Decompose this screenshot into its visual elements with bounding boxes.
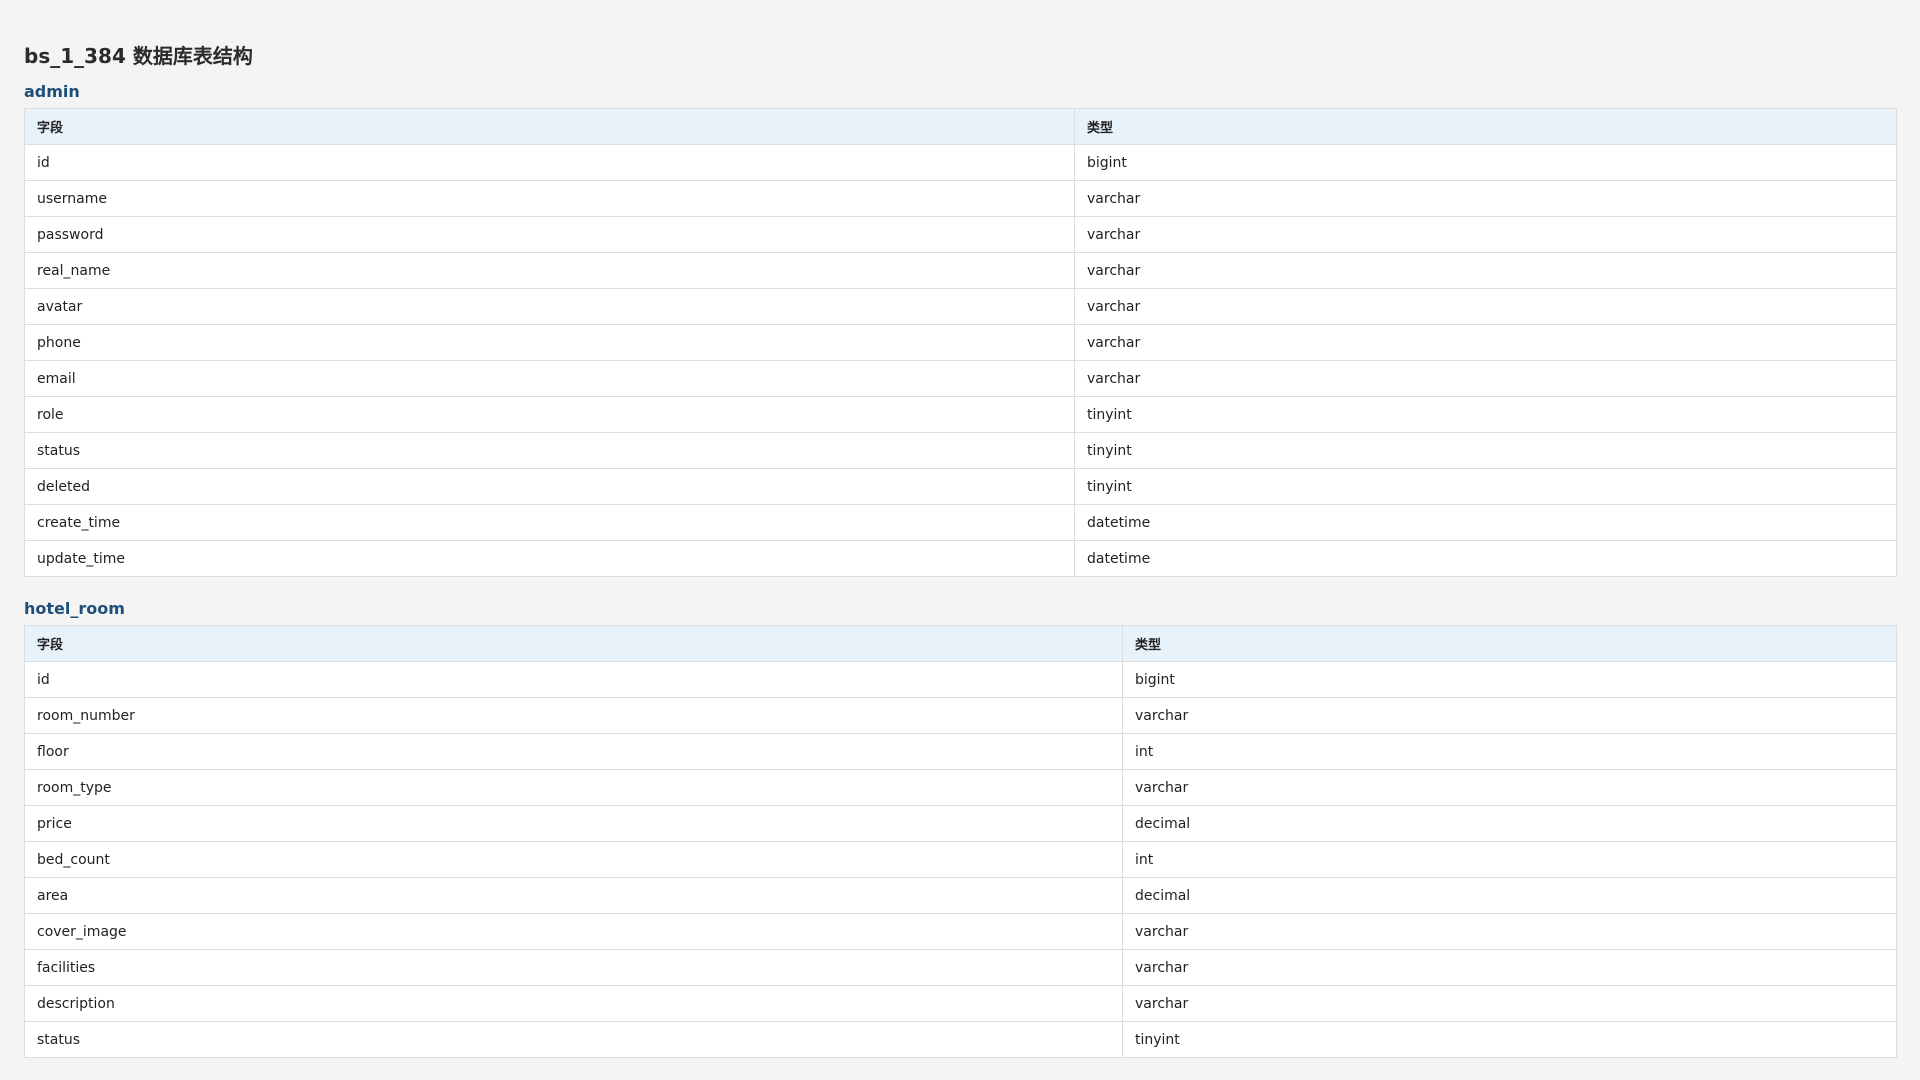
field-type-cell: varchar [1074,252,1897,289]
table-row: status tinyint [24,1021,1897,1058]
field-name-cell: password [24,216,1075,253]
table-row: status tinyint [24,432,1897,469]
field-type-cell: decimal [1122,877,1897,914]
table-row: update_time datetime [24,540,1897,577]
schema-page: bs_1_384 数据库表结构 admin 字段 类型 id bigint user… [24,0,1897,1058]
table-row: id bigint [24,144,1897,181]
table-row: description varchar [24,985,1897,1022]
field-name-cell: id [24,661,1123,698]
table-row: id bigint [24,661,1897,698]
field-type-cell: tinyint [1122,1021,1897,1058]
field-name-cell: status [24,1021,1123,1058]
table-row: phone varchar [24,324,1897,361]
table-row: floor int [24,733,1897,770]
schema-table-hotel-room: 字段 类型 id bigint room_number varchar floor int… [24,625,1897,1058]
table-body-hotel-room: id bigint room_number varchar floor int room_t… [24,661,1897,1058]
field-type-cell: varchar [1074,324,1897,361]
field-name-cell: deleted [24,468,1075,505]
field-name-cell: phone [24,324,1075,361]
field-name-cell: update_time [24,540,1075,577]
table-row: role tinyint [24,396,1897,433]
table-row: room_number varchar [24,697,1897,734]
table-row: password varchar [24,216,1897,253]
field-name-cell: room_number [24,697,1123,734]
table-row: deleted tinyint [24,468,1897,505]
field-name-cell: avatar [24,288,1075,325]
table-row: email varchar [24,360,1897,397]
field-type-cell: varchar [1074,360,1897,397]
column-header-type: 类型 [1074,108,1897,145]
field-type-cell: int [1122,841,1897,878]
field-type-cell: decimal [1122,805,1897,842]
field-name-cell: status [24,432,1075,469]
field-name-cell: id [24,144,1075,181]
column-header-field: 字段 [24,625,1123,662]
table-row: avatar varchar [24,288,1897,325]
table-title-hotel-room: hotel_room [24,599,125,618]
field-name-cell: real_name [24,252,1075,289]
field-type-cell: varchar [1074,288,1897,325]
field-name-cell: price [24,805,1123,842]
field-type-cell: bigint [1074,144,1897,181]
field-type-cell: varchar [1074,180,1897,217]
field-name-cell: bed_count [24,841,1123,878]
table-row: area decimal [24,877,1897,914]
field-name-cell: description [24,985,1123,1022]
field-name-cell: email [24,360,1075,397]
table-row: username varchar [24,180,1897,217]
table-row: facilities varchar [24,949,1897,986]
table-row: room_type varchar [24,769,1897,806]
column-header-type: 类型 [1122,625,1897,662]
table-header-row: 字段 类型 [24,108,1897,145]
table-row: cover_image varchar [24,913,1897,950]
field-type-cell: datetime [1074,504,1897,541]
table-header-row: 字段 类型 [24,625,1897,662]
field-name-cell: username [24,180,1075,217]
schema-table-admin: 字段 类型 id bigint username varchar password var… [24,108,1897,577]
field-name-cell: area [24,877,1123,914]
field-type-cell: bigint [1122,661,1897,698]
field-type-cell: tinyint [1074,432,1897,469]
table-row: create_time datetime [24,504,1897,541]
page-title: bs_1_384 数据库表结构 [24,44,253,68]
field-name-cell: role [24,396,1075,433]
field-type-cell: tinyint [1074,468,1897,505]
field-type-cell: tinyint [1074,396,1897,433]
field-type-cell: varchar [1122,697,1897,734]
table-row: bed_count int [24,841,1897,878]
field-type-cell: varchar [1122,949,1897,986]
field-name-cell: room_type [24,769,1123,806]
table-row: real_name varchar [24,252,1897,289]
field-type-cell: varchar [1122,985,1897,1022]
table-row: price decimal [24,805,1897,842]
field-type-cell: varchar [1122,913,1897,950]
field-type-cell: varchar [1074,216,1897,253]
field-name-cell: floor [24,733,1123,770]
field-type-cell: int [1122,733,1897,770]
field-name-cell: cover_image [24,913,1123,950]
field-name-cell: facilities [24,949,1123,986]
field-type-cell: datetime [1074,540,1897,577]
table-title-admin: admin [24,82,80,101]
field-type-cell: varchar [1122,769,1897,806]
field-name-cell: create_time [24,504,1075,541]
table-body-admin: id bigint username varchar password varchar re… [24,144,1897,577]
column-header-field: 字段 [24,108,1075,145]
